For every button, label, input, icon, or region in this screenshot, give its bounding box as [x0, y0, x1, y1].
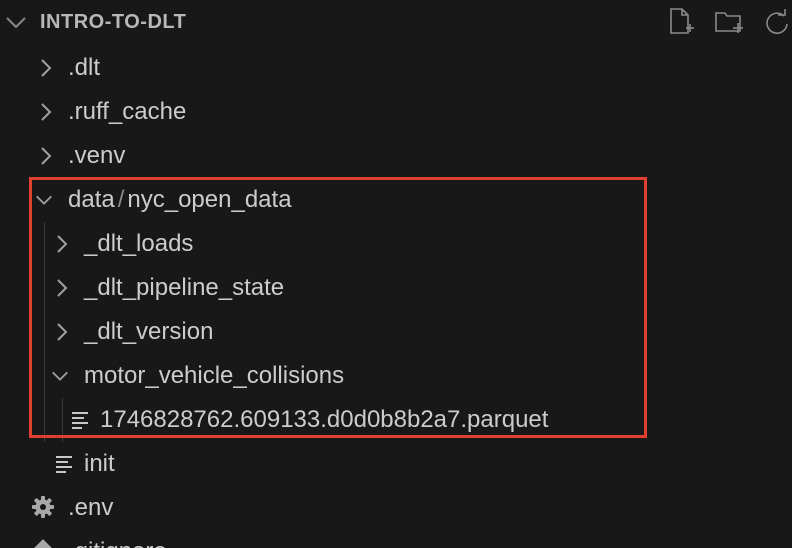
chevron-down-icon: [36, 195, 52, 205]
tree-item-parquet-file[interactable]: 1746828762.609133.d0d0b8b2a7.parquet: [0, 398, 792, 442]
tree-item-dlt-loads[interactable]: _dlt_loads: [0, 222, 792, 266]
chevron-down-icon: [52, 371, 68, 381]
chevron-right-icon: [57, 235, 68, 253]
tree-item-label: 1746828762.609133.d0d0b8b2a7.parquet: [100, 406, 549, 433]
tree-item-label: _dlt_version: [84, 318, 214, 345]
tree-item-label: .ruff_cache: [68, 98, 187, 125]
tree-item-label: .venv: [68, 142, 126, 169]
workspace-title[interactable]: INTRO-TO-DLT: [40, 10, 186, 34]
gear-icon: [32, 496, 54, 518]
tree-item-label: motor_vehicle_collisions: [84, 362, 345, 389]
tree-item-dlt-version[interactable]: _dlt_version: [0, 310, 792, 354]
tree-item-label: _dlt_pipeline_state: [84, 274, 285, 301]
tree-item-gitignore[interactable]: .gitignore: [0, 530, 792, 548]
tree-item-label: data / nyc_open_data: [68, 186, 292, 214]
chevron-right-icon: [41, 103, 52, 121]
tree-item-venv[interactable]: .venv: [0, 134, 792, 178]
compact-folder-child[interactable]: nyc_open_data: [127, 186, 291, 213]
tree-item-label: _dlt_loads: [84, 230, 194, 257]
tree-item-label: init: [84, 450, 115, 477]
tree-item-dlt-pipeline-state[interactable]: _dlt_pipeline_state: [0, 266, 792, 310]
tree-item-data-nyc-open-data[interactable]: data / nyc_open_data: [0, 178, 792, 222]
path-separator: /: [117, 186, 125, 213]
git-icon: [33, 539, 53, 548]
file-explorer: INTRO-TO-DLT .dlt .ruff_cache .venv data…: [0, 0, 792, 548]
explorer-header[interactable]: INTRO-TO-DLT: [0, 0, 792, 44]
tree-item-motor-vehicle-collisions[interactable]: motor_vehicle_collisions: [0, 354, 792, 398]
tree-item-dlt[interactable]: .dlt: [0, 46, 792, 90]
chevron-right-icon: [41, 59, 52, 77]
tree-item-env[interactable]: .env: [0, 486, 792, 530]
refresh-icon[interactable]: [762, 6, 792, 38]
new-folder-icon[interactable]: [714, 6, 744, 38]
tree-item-init[interactable]: init: [0, 442, 792, 486]
tree-item-ruff-cache[interactable]: .ruff_cache: [0, 90, 792, 134]
chevron-right-icon: [57, 279, 68, 297]
tree-item-label: .dlt: [68, 54, 101, 81]
chevron-right-icon: [57, 323, 68, 341]
compact-folder-parent[interactable]: data: [68, 186, 115, 213]
tree-item-label: .env: [68, 494, 114, 521]
new-file-icon[interactable]: [666, 6, 696, 38]
chevron-down-icon[interactable]: [4, 12, 28, 34]
chevron-right-icon: [41, 147, 52, 165]
text-file-icon: [72, 412, 88, 429]
tree-item-label: .gitignore: [68, 538, 167, 548]
text-file-icon: [56, 456, 72, 473]
